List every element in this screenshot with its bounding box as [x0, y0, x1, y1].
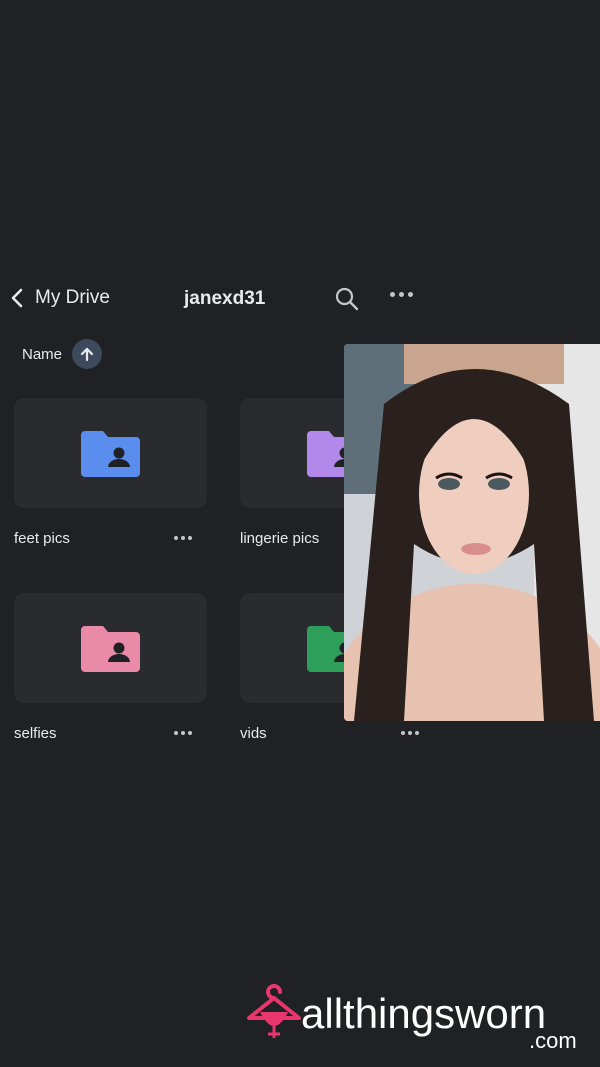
overlay-photo — [344, 344, 600, 721]
more-options-icon[interactable] — [390, 292, 413, 297]
arrow-up-icon — [80, 347, 94, 362]
folder-title: janexd31 — [184, 288, 266, 309]
folder-name: lingerie pics — [240, 530, 320, 547]
shared-folder-icon — [81, 431, 140, 477]
back-button[interactable]: My Drive — [8, 287, 110, 309]
watermark-brand: allthingsworn — [301, 990, 547, 1037]
watermark-logo: allthingsworn .com — [246, 984, 596, 1054]
folder-name: selfies — [14, 725, 57, 742]
folder-tile-selfies[interactable] — [14, 593, 207, 703]
folder-name: feet pics — [14, 530, 70, 547]
search-icon[interactable] — [334, 286, 360, 312]
hanger-icon — [247, 984, 301, 1038]
folder-more-button[interactable] — [174, 536, 192, 540]
back-label: My Drive — [35, 287, 110, 308]
chevron-left-icon — [11, 288, 23, 308]
folder-tile-feet-pics[interactable] — [14, 398, 207, 508]
watermark-suffix: .com — [529, 1028, 577, 1053]
top-bar: My Drive janexd31 — [0, 278, 440, 320]
folder-more-button[interactable] — [401, 731, 419, 735]
folder-more-button[interactable] — [174, 731, 192, 735]
sort-row: Name — [22, 339, 103, 369]
folder-name: vids — [240, 725, 267, 742]
shared-folder-icon — [81, 626, 140, 672]
sort-direction-button[interactable] — [72, 339, 103, 369]
sort-label: Name — [22, 345, 63, 363]
